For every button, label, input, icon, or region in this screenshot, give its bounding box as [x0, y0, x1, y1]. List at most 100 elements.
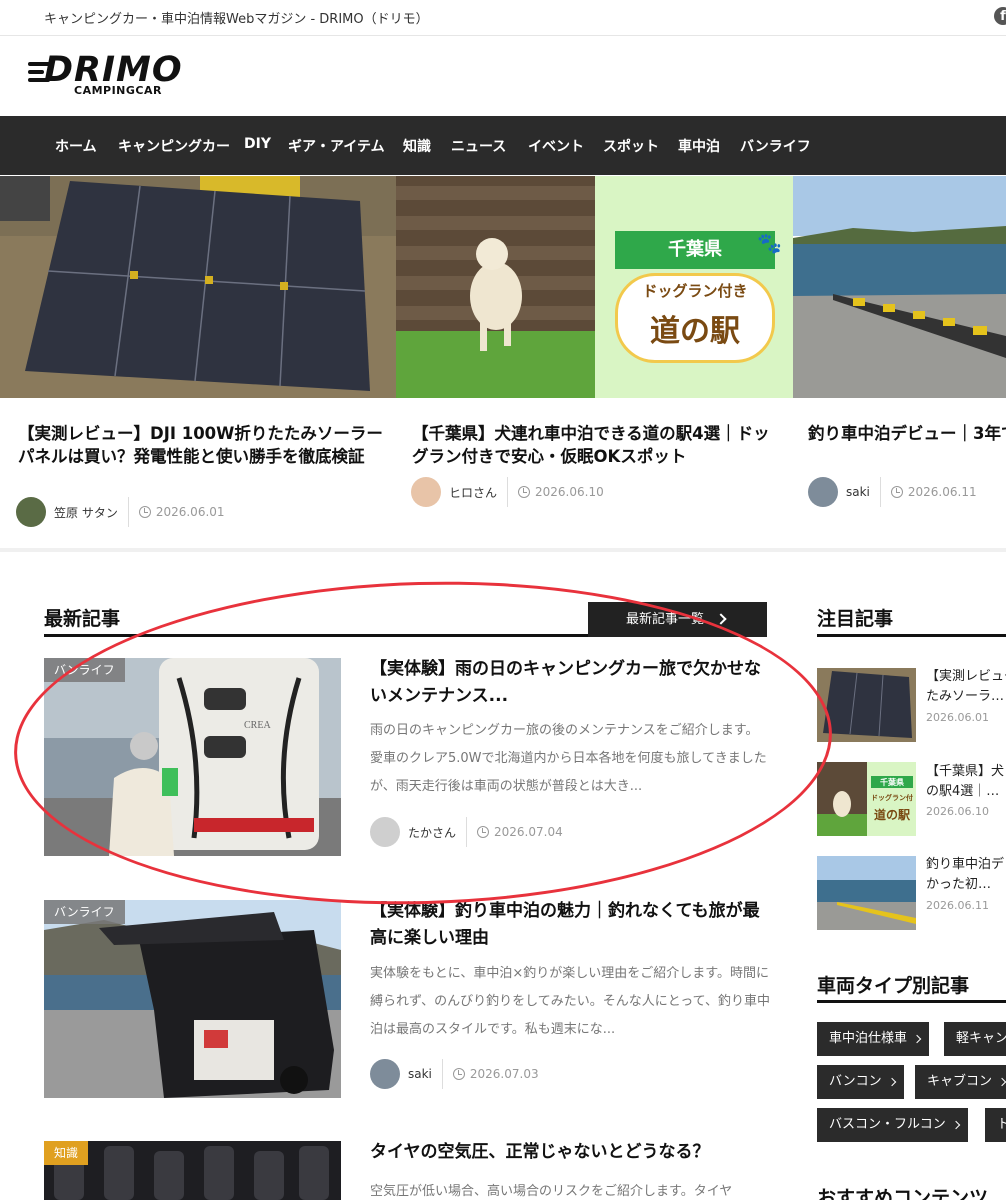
post-thumbnail[interactable]: 知識	[44, 1141, 341, 1200]
tag-bancon[interactable]: バンコン	[817, 1065, 904, 1099]
hero-image-solar-panel[interactable]	[0, 176, 396, 398]
chevron-right-icon	[715, 613, 727, 625]
dog-photo	[396, 176, 595, 398]
featured-title[interactable]: たみソーラ…	[926, 687, 1006, 707]
category-badge[interactable]: 知識	[44, 1141, 89, 1165]
author-name[interactable]: saki	[408, 1067, 432, 1081]
harbor-photo	[793, 176, 1006, 398]
harbor-thumb	[817, 856, 916, 930]
author-name[interactable]: たかさん	[408, 824, 456, 841]
hero-meta: ヒロさん 2026.06.10	[411, 476, 604, 508]
post-meta: たかさん 2026.07.04	[370, 816, 563, 848]
post-title[interactable]: 【実体験】雨の日のキャンピングカー旅で欠かせないメンテナンス...	[370, 656, 767, 710]
van-badge-text: CREA	[244, 720, 271, 731]
hero-image-dog-run[interactable]: 千葉県 🐾 ドッグラン付き 道の駅	[396, 176, 793, 398]
site-topbar: キャンピングカー・車中泊情報Webマガジン - DRIMO（ドリモ） f	[0, 0, 1006, 36]
latest-heading: 最新記事	[44, 608, 121, 630]
featured-thumbnail[interactable]	[817, 856, 916, 930]
clock-icon	[452, 1068, 465, 1080]
site-tagline: キャンピングカー・車中泊情報Webマガジン - DRIMO（ドリモ）	[44, 12, 429, 27]
category-badge[interactable]: バンライフ	[44, 900, 125, 924]
featured-date: 2026.06.01	[926, 711, 989, 724]
banner-pref-label: 千葉県	[615, 231, 775, 269]
nav-item-diy[interactable]: DIY	[244, 136, 271, 152]
featured-title[interactable]: 【実測レビュー	[926, 667, 1006, 687]
featured-thumbnail[interactable]	[817, 668, 916, 742]
post-title[interactable]: 【実体験】釣り車中泊の魅力｜釣れなくても旅が最高に楽しい理由	[370, 898, 767, 952]
hero-meta: saki 2026.06.11	[808, 476, 977, 508]
author-name[interactable]: saki	[846, 485, 870, 499]
featured-thumbnail[interactable]: 千葉県 ドッグラン付 道の駅	[817, 762, 916, 836]
main-nav: ホーム キャンピングカー DIY ギア・アイテム 知識 ニュース イベント スポ…	[0, 116, 1006, 175]
post-date: 2026.06.10	[535, 485, 604, 499]
tag-cabcon[interactable]: キャブコン	[915, 1065, 1006, 1099]
meta-divider	[127, 497, 129, 527]
author-name[interactable]: 笠原 サタン	[54, 504, 118, 521]
avatar	[370, 1059, 400, 1089]
tag-buscon-fullcon[interactable]: バスコン・フルコン	[817, 1108, 968, 1142]
post-date: 2026.07.03	[469, 1067, 539, 1081]
post-date: 2026.07.04	[494, 825, 563, 839]
nav-item-spots[interactable]: スポット	[603, 136, 659, 156]
logo-subtitle: CAMPINGCAR	[74, 84, 162, 97]
paw-icon: 🐾	[757, 231, 782, 255]
van-harbor-photo	[44, 900, 341, 1098]
nav-item-shachuhaku[interactable]: 車中泊	[678, 136, 720, 156]
nav-item-news[interactable]: ニュース	[451, 136, 506, 156]
category-badge[interactable]: バンライフ	[44, 658, 125, 682]
featured-heading: 注目記事	[817, 608, 894, 630]
featured-title[interactable]: 釣り車中泊デ	[926, 855, 1006, 875]
logo-speed-line	[28, 70, 44, 74]
thumb-pref-label: 千葉県	[880, 778, 904, 787]
hero-title[interactable]: 釣り車中泊デビュー｜3年で心者が失敗しないやり方	[808, 422, 1006, 445]
nav-item-events[interactable]: イベント	[528, 136, 584, 156]
post-thumbnail[interactable]: CREA バンライフ	[44, 658, 341, 856]
banner-line2: 道の駅	[650, 314, 740, 349]
clock-icon	[477, 826, 490, 838]
avatar	[808, 477, 838, 507]
heading-underline	[817, 634, 1006, 637]
tag-truck[interactable]: ト	[985, 1108, 1006, 1142]
nav-item-gear[interactable]: ギア・アイテム	[288, 136, 385, 156]
tag-kei-camper[interactable]: 軽キャン	[944, 1022, 1006, 1056]
author-name[interactable]: ヒロさん	[449, 484, 497, 501]
hero-title[interactable]: 【千葉県】犬連れ車中泊できる道の駅4選｜ドッグラン付きで安心・仮眠OKスポット	[412, 422, 782, 468]
campervan-rear-photo: CREA	[44, 658, 341, 856]
meta-divider	[507, 477, 509, 507]
nav-item-home[interactable]: ホーム	[55, 136, 97, 156]
featured-title[interactable]: 【千葉県】犬	[926, 762, 1006, 782]
heading-underline	[817, 1000, 1006, 1003]
latest-more-button[interactable]: 最新記事一覧	[588, 602, 767, 637]
tag-shachuhaku-spec[interactable]: 車中泊仕様車	[817, 1022, 930, 1056]
post-title[interactable]: タイヤの空気圧、正常じゃないとどうなる？	[370, 1139, 767, 1166]
clock-icon	[518, 486, 531, 498]
featured-title[interactable]: の駅4選｜…	[926, 782, 1006, 802]
meta-divider	[879, 477, 881, 507]
site-logo[interactable]: DRIMO CAMPINGCAR	[28, 50, 218, 102]
nav-item-campingcar[interactable]: キャンピングカー	[118, 136, 230, 156]
featured-title[interactable]: かった初…	[926, 875, 1006, 895]
tire-photo	[44, 1141, 341, 1200]
recommended-heading: おすすめコンテンツ	[817, 1187, 989, 1200]
featured-date: 2026.06.10	[926, 805, 989, 818]
thumb-line2: 道の駅	[873, 808, 910, 822]
nav-item-vanlife[interactable]: バンライフ	[740, 136, 811, 156]
section-divider	[0, 548, 1006, 552]
nav-item-knowledge[interactable]: 知識	[403, 136, 431, 156]
hero-title[interactable]: 【実測レビュー】DJI 100W折りたたみソーラーパネルは買い？発電性能と使い勝…	[18, 422, 388, 468]
post-thumbnail[interactable]: バンライフ	[44, 900, 341, 1098]
post-date: 2026.06.11	[907, 485, 977, 499]
dog-run-banner: 千葉県 🐾 ドッグラン付き 道の駅	[595, 176, 793, 398]
avatar	[16, 497, 46, 527]
post-meta: saki 2026.07.03	[370, 1058, 539, 1090]
vehicle-types-heading: 車両タイプ別記事	[817, 975, 970, 997]
avatar	[411, 477, 441, 507]
avatar	[370, 817, 400, 847]
clock-icon	[890, 486, 903, 498]
post-excerpt: 実体験をもとに、車中泊×釣りが楽しい理由をご紹介します。時間に縛られず、のんびり…	[370, 966, 771, 1037]
banner-line1: ドッグラン付き	[642, 282, 748, 300]
clock-icon	[138, 506, 151, 518]
post-excerpt: 雨の日のキャンピングカー旅の後のメンテナンスをご紹介します。愛車のクレア5.0W…	[370, 723, 767, 794]
hero-image-harbor[interactable]	[793, 176, 1006, 398]
facebook-icon[interactable]: f	[994, 7, 1006, 25]
